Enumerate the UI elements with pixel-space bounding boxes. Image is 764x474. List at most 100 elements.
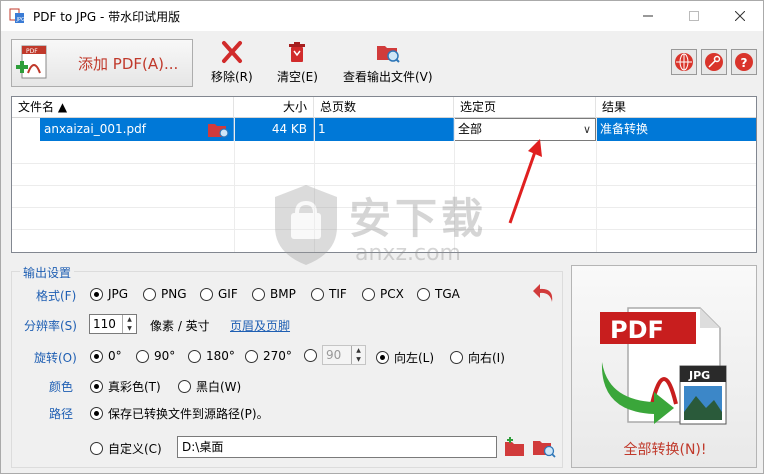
resolution-label: 分辨率(S) xyxy=(24,319,77,333)
stepper-buttons[interactable]: ▲ ▼ xyxy=(351,346,365,364)
path-radio-source[interactable]: 保存已转换文件到源路径(P)。 xyxy=(90,405,269,422)
radio-dot xyxy=(143,287,156,301)
svg-text:?: ? xyxy=(741,56,748,70)
color-radio-bw[interactable]: 黑白(W) xyxy=(178,378,241,395)
color-option-label: 真彩色(T) xyxy=(108,380,161,394)
grid-line xyxy=(12,229,756,230)
radio-dot xyxy=(90,349,103,363)
radio-dot xyxy=(200,287,213,301)
folder-search-icon[interactable] xyxy=(207,120,231,139)
page-select-value: 全部 xyxy=(458,122,483,136)
file-table[interactable]: 文件名 ▲ 大小 总页数 选定页 结果 anxaizai_001.pdf 44 … xyxy=(11,96,757,253)
close-button[interactable] xyxy=(717,1,763,31)
radio-dot xyxy=(136,349,149,363)
grid-line xyxy=(12,185,756,186)
cell-pages: 1 xyxy=(314,118,454,141)
undo-icon[interactable] xyxy=(532,282,556,304)
web-button[interactable] xyxy=(671,49,697,75)
resolution-unit: 像素 / 英寸 xyxy=(150,319,210,333)
format-radio-tif[interactable]: TIF xyxy=(311,287,347,301)
radio-dot xyxy=(252,287,265,301)
custom-rotation-stepper[interactable]: 90 ▲ ▼ xyxy=(322,345,366,365)
remove-button[interactable]: 移除(R) xyxy=(211,39,253,85)
rotation-option-label: 270° xyxy=(263,349,292,363)
cell-result: 准备转换 xyxy=(596,118,756,141)
rotation-radio-180[interactable]: 180° xyxy=(188,349,235,363)
format-radio-png[interactable]: PNG xyxy=(143,287,187,301)
pdf-to-jpg-icon: PDF JPG xyxy=(600,307,727,425)
rotation-radio-custom[interactable] xyxy=(304,349,322,362)
table-row[interactable]: anxaizai_001.pdf 44 KB 1 全部 ∨ 准备转换 xyxy=(12,118,756,141)
resolution-stepper[interactable]: 110 ▲ ▼ xyxy=(89,314,137,334)
folder-search-icon xyxy=(376,46,400,63)
format-radio-tga[interactable]: TGA xyxy=(417,287,460,301)
maximize-icon xyxy=(689,11,699,21)
rotation-radio-270[interactable]: 270° xyxy=(245,349,292,363)
grid-line xyxy=(596,118,597,252)
path-radio-custom[interactable]: 自定义(C) xyxy=(90,440,162,457)
header-footer-link[interactable]: 页眉及页脚 xyxy=(230,317,290,334)
row-gutter xyxy=(12,118,40,141)
rotate-left-label: 向左(L) xyxy=(394,351,435,365)
column-header-selected[interactable]: 选定页 xyxy=(454,97,596,118)
stepper-buttons[interactable]: ▲ ▼ xyxy=(122,315,136,333)
folder-add-icon[interactable] xyxy=(504,436,526,458)
add-pdf-icon: PDF xyxy=(16,45,47,79)
remove-icon xyxy=(221,41,242,63)
rotate-label: 旋转(O) xyxy=(34,351,77,365)
cell-filename: anxaizai_001.pdf xyxy=(40,118,234,141)
custom-path-input[interactable]: D:\桌面 xyxy=(177,436,497,458)
format-radio-bmp[interactable]: BMP xyxy=(252,287,296,301)
column-header-pages[interactable]: 总页数 xyxy=(314,97,454,118)
folder-search-icon[interactable] xyxy=(532,436,556,458)
add-pdf-button[interactable]: PDF 添加 PDF(A)... xyxy=(11,39,193,87)
toolbar: PDF 添加 PDF(A)... 移除(R) 清空(E) 查看输出文件(V) ? xyxy=(1,31,763,89)
rotate-right-label: 向右(I) xyxy=(468,351,505,365)
format-radio-jpg[interactable]: JPG xyxy=(90,287,128,301)
format-radio-pcx[interactable]: PCX xyxy=(362,287,404,301)
key-icon xyxy=(705,53,723,71)
radio-dot xyxy=(90,380,103,393)
view-output-label: 查看输出文件(V) xyxy=(343,70,433,84)
clear-button[interactable]: 清空(E) xyxy=(277,39,318,85)
help-button[interactable]: ? xyxy=(731,49,757,75)
column-header-filename[interactable]: 文件名 ▲ xyxy=(12,97,234,118)
path-label: 路径 xyxy=(49,407,74,421)
radio-dot xyxy=(188,349,201,363)
output-settings-legend: 输出设置 xyxy=(20,264,75,281)
minimize-button[interactable] xyxy=(625,1,671,31)
filename-text: anxaizai_001.pdf xyxy=(44,122,146,136)
add-pdf-label: 添加 PDF(A)... xyxy=(78,54,179,73)
chevron-up-icon: ▲ xyxy=(127,316,132,323)
radio-dot xyxy=(376,351,389,364)
view-output-button[interactable]: 查看输出文件(V) xyxy=(343,39,433,85)
path-custom-label: 自定义(C) xyxy=(108,442,162,456)
column-header-result[interactable]: 结果 xyxy=(596,97,756,118)
rotation-option-label: 180° xyxy=(206,349,235,363)
format-label: 格式(F) xyxy=(36,289,77,303)
grid-line xyxy=(12,207,756,208)
format-radio-gif[interactable]: GIF xyxy=(200,287,238,301)
radio-dot xyxy=(178,380,191,393)
help-icon: ? xyxy=(735,53,753,71)
column-header-size[interactable]: 大小 xyxy=(234,97,314,118)
grid-line xyxy=(234,118,235,252)
color-radio-truecolor[interactable]: 真彩色(T) xyxy=(90,378,161,395)
convert-all-button[interactable]: PDF JPG 全部转换(N)! xyxy=(571,265,757,468)
custom-rotation-value: 90 xyxy=(326,348,342,362)
maximize-button[interactable] xyxy=(671,1,717,31)
radio-dot xyxy=(90,287,103,301)
path-source-label: 保存已转换文件到源路径(P)。 xyxy=(108,407,269,421)
chevron-up-icon: ▲ xyxy=(356,347,361,354)
rotation-radio-90[interactable]: 90° xyxy=(136,349,175,363)
rotate-left-radio[interactable]: 向左(L) xyxy=(376,349,434,366)
chevron-down-icon: ▼ xyxy=(127,325,132,332)
badge-jpg-text: JPG xyxy=(688,369,710,382)
rotate-right-radio[interactable]: 向右(I) xyxy=(450,349,505,366)
register-button[interactable] xyxy=(701,49,727,75)
radio-dot xyxy=(450,351,463,364)
minimize-icon xyxy=(643,15,653,17)
rotation-radio-0[interactable]: 0° xyxy=(90,349,122,363)
trash-icon xyxy=(289,42,306,62)
radio-dot xyxy=(90,442,103,455)
